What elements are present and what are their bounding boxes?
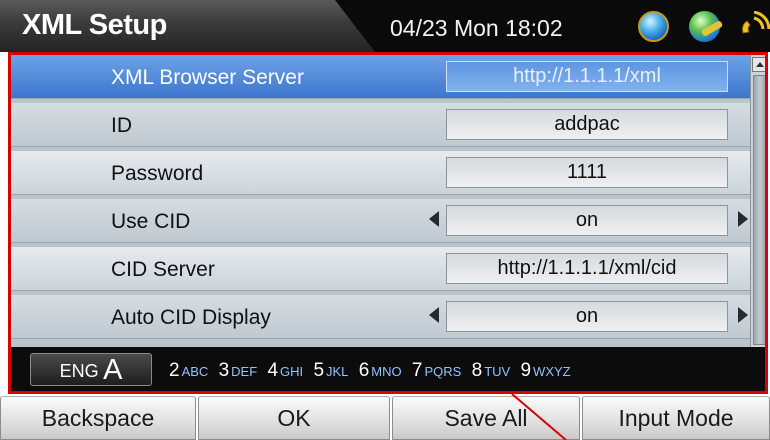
- key-hint: 8 TUV: [471, 360, 511, 381]
- network-globe-icon[interactable]: [689, 11, 720, 42]
- setting-row-auto-cid-display[interactable]: Auto CID Display on: [11, 295, 750, 339]
- settings-list: XML Browser Server http://1.1.1.1/xml ID…: [11, 55, 750, 347]
- arrow-right-icon[interactable]: [738, 211, 748, 227]
- key-hint: 7 PQRS: [411, 360, 462, 381]
- scroll-up-arrow-icon[interactable]: [752, 57, 765, 72]
- key-hint: 9 WXYZ: [520, 360, 571, 381]
- key-hint: 5 JKL: [313, 360, 349, 381]
- key-hint: 2 ABC: [169, 360, 209, 381]
- setting-label: Auto CID Display: [111, 306, 271, 329]
- use-cid-select[interactable]: on: [446, 205, 728, 236]
- page-title: XML Setup: [22, 9, 167, 41]
- scroll-thumb[interactable]: [753, 75, 765, 345]
- setting-label: ID: [111, 114, 132, 137]
- setting-label: Use CID: [111, 210, 191, 233]
- key-hint: 6 MNO: [358, 360, 402, 381]
- backspace-button[interactable]: Backspace: [0, 396, 196, 440]
- arrow-right-icon[interactable]: [738, 307, 748, 323]
- settings-panel: XML Browser Server http://1.1.1.1/xml ID…: [8, 52, 768, 394]
- setting-row-password[interactable]: Password 1111: [11, 151, 750, 195]
- input-language-indicator[interactable]: ENG A: [30, 353, 152, 386]
- setting-label: XML Browser Server: [111, 66, 304, 89]
- setting-row-cid-server[interactable]: CID Server http://1.1.1.1/xml/cid: [11, 247, 750, 291]
- globe-icon[interactable]: [638, 11, 669, 42]
- key-hint: 3 DEF: [218, 360, 258, 381]
- arrow-left-icon[interactable]: [429, 307, 439, 323]
- setting-row-use-cid[interactable]: Use CID on: [11, 199, 750, 243]
- auto-cid-display-select[interactable]: on: [446, 301, 728, 332]
- keypad-hint-bar: ENG A 2 ABC 3 DEF 4 GHI 5 JKL 6 MNO 7 PQRS 8 TU…: [11, 347, 765, 391]
- input-case-label: A: [103, 354, 123, 386]
- setting-label: CID Server: [111, 258, 215, 281]
- date-time: 04/23 Mon 18:02: [390, 15, 563, 41]
- save-all-button[interactable]: Save All: [392, 396, 580, 440]
- language-label: ENG: [59, 361, 99, 381]
- xml-browser-server-field[interactable]: http://1.1.1.1/xml: [446, 61, 728, 92]
- id-field[interactable]: addpac: [446, 109, 728, 140]
- setting-row-xml-browser-server[interactable]: XML Browser Server http://1.1.1.1/xml: [11, 55, 750, 99]
- title-bar: XML Setup 04/23 Mon 18:02: [0, 0, 770, 52]
- input-mode-button[interactable]: Input Mode: [582, 396, 770, 440]
- arrow-left-icon[interactable]: [429, 211, 439, 227]
- keypad-letter-map: 2 ABC 3 DEF 4 GHI 5 JKL 6 MNO 7 PQRS 8 TUV 9 WXY…: [169, 360, 576, 382]
- ok-button[interactable]: OK: [198, 396, 390, 440]
- scrollbar[interactable]: [750, 55, 765, 347]
- phone-ring-icon[interactable]: [738, 11, 770, 42]
- softkey-bar: Backspace OK Save All Input Mode: [0, 396, 770, 440]
- setting-label: Password: [111, 162, 204, 185]
- key-hint: 4 GHI: [267, 360, 304, 381]
- setting-row-id[interactable]: ID addpac: [11, 103, 750, 147]
- cid-server-field[interactable]: http://1.1.1.1/xml/cid: [446, 253, 728, 284]
- password-field[interactable]: 1111: [446, 157, 728, 188]
